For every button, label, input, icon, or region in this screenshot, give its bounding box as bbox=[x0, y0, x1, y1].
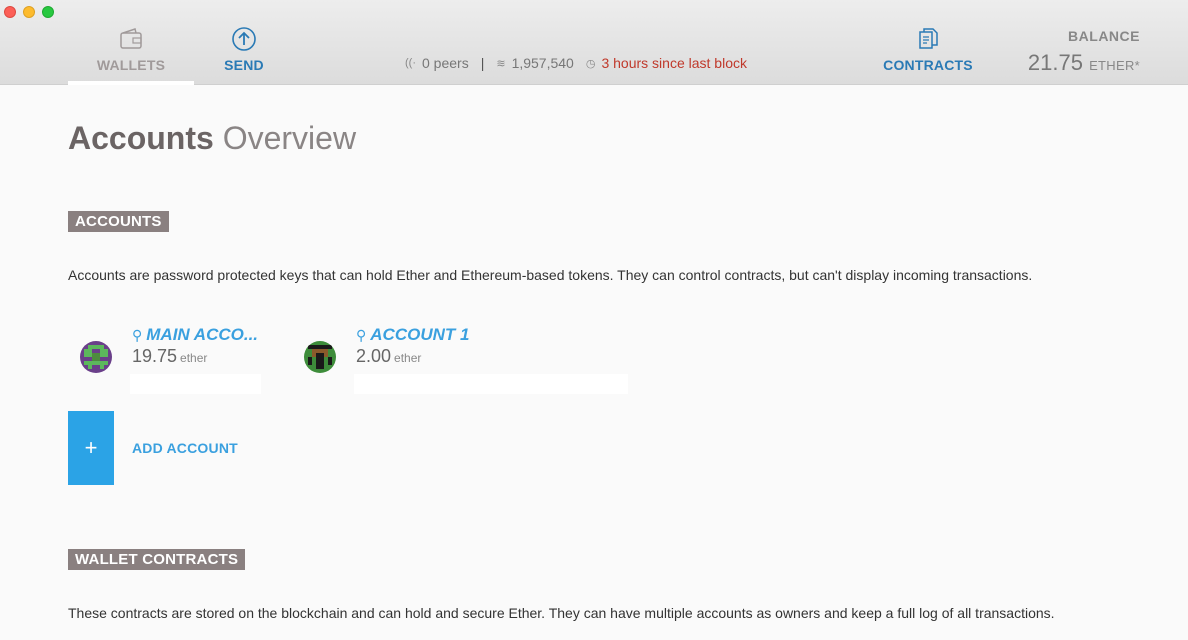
account-balance-unit: ether bbox=[394, 351, 422, 365]
block-number: 1,957,540 bbox=[511, 55, 574, 71]
account-balance: 2.00 ether bbox=[356, 346, 421, 367]
account-identicon bbox=[80, 341, 112, 373]
last-block-time: 3 hours since last block bbox=[601, 55, 747, 71]
account-identicon bbox=[304, 341, 336, 373]
key-icon: ⚲ bbox=[356, 327, 367, 343]
page-title-strong: Accounts bbox=[68, 120, 214, 156]
account-name[interactable]: ⚲ MAIN ACCO... bbox=[132, 325, 258, 345]
page-title-light: Overview bbox=[222, 120, 357, 156]
key-icon: ⚲ bbox=[132, 327, 143, 343]
contracts-icon bbox=[919, 28, 938, 49]
account-balance-value: 2.00 bbox=[356, 346, 392, 366]
close-window-button[interactable] bbox=[4, 6, 16, 18]
clock-icon: ◷ bbox=[585, 57, 596, 70]
nav-send[interactable]: SEND bbox=[205, 26, 283, 73]
nav-wallets-label: WALLETS bbox=[96, 57, 166, 73]
top-bar: WALLETS SEND ((· 0 peers | ≋ 1,957,540 ◷… bbox=[0, 0, 1188, 85]
nav-send-label: SEND bbox=[224, 57, 264, 73]
add-account-button[interactable]: + bbox=[68, 411, 114, 485]
balance-unit: ETHER* bbox=[1089, 58, 1140, 73]
account-name[interactable]: ⚲ ACCOUNT 1 bbox=[356, 325, 469, 345]
account-name-text: MAIN ACCO... bbox=[146, 325, 259, 344]
accounts-description: Accounts are password protected keys tha… bbox=[68, 267, 1033, 283]
balance-value-row: 21.75 ETHER* bbox=[1028, 50, 1140, 76]
nav-wallets[interactable]: WALLETS bbox=[68, 26, 194, 85]
account-balance-value: 19.75 bbox=[132, 346, 178, 366]
wallet-contracts-section-tag: WALLET CONTRACTS bbox=[68, 549, 246, 570]
balance-amount: 21.75 bbox=[1027, 50, 1083, 75]
accounts-section-tag: ACCOUNTS bbox=[68, 211, 169, 232]
peers-count: 0 peers bbox=[422, 55, 469, 71]
balance-label: BALANCE bbox=[1068, 28, 1140, 44]
minimize-window-button[interactable] bbox=[23, 6, 35, 18]
signal-icon: ((· bbox=[405, 57, 416, 69]
wallet-icon bbox=[120, 28, 142, 49]
account-balance-unit: ether bbox=[180, 351, 208, 365]
account-address-field bbox=[130, 374, 261, 394]
window-controls bbox=[4, 6, 54, 18]
page-title: Accounts Overview bbox=[68, 120, 356, 157]
send-arrow-icon bbox=[232, 27, 256, 51]
layers-icon: ≋ bbox=[496, 57, 506, 70]
network-status: ((· 0 peers | ≋ 1,957,540 ◷ 3 hours sinc… bbox=[405, 55, 747, 71]
wallet-contracts-description: These contracts are stored on the blockc… bbox=[68, 605, 1055, 621]
status-separator: | bbox=[480, 55, 485, 71]
account-name-text: ACCOUNT 1 bbox=[370, 325, 470, 344]
add-account-label[interactable]: ADD ACCOUNT bbox=[132, 440, 238, 456]
balance-display: BALANCE 21.75 ETHER* bbox=[1028, 28, 1140, 76]
zoom-window-button[interactable] bbox=[42, 6, 54, 18]
nav-contracts-label: CONTRACTS bbox=[883, 57, 973, 73]
nav-contracts[interactable]: CONTRACTS bbox=[878, 26, 978, 73]
account-address-field bbox=[354, 374, 628, 394]
account-balance: 19.75 ether bbox=[132, 346, 207, 367]
